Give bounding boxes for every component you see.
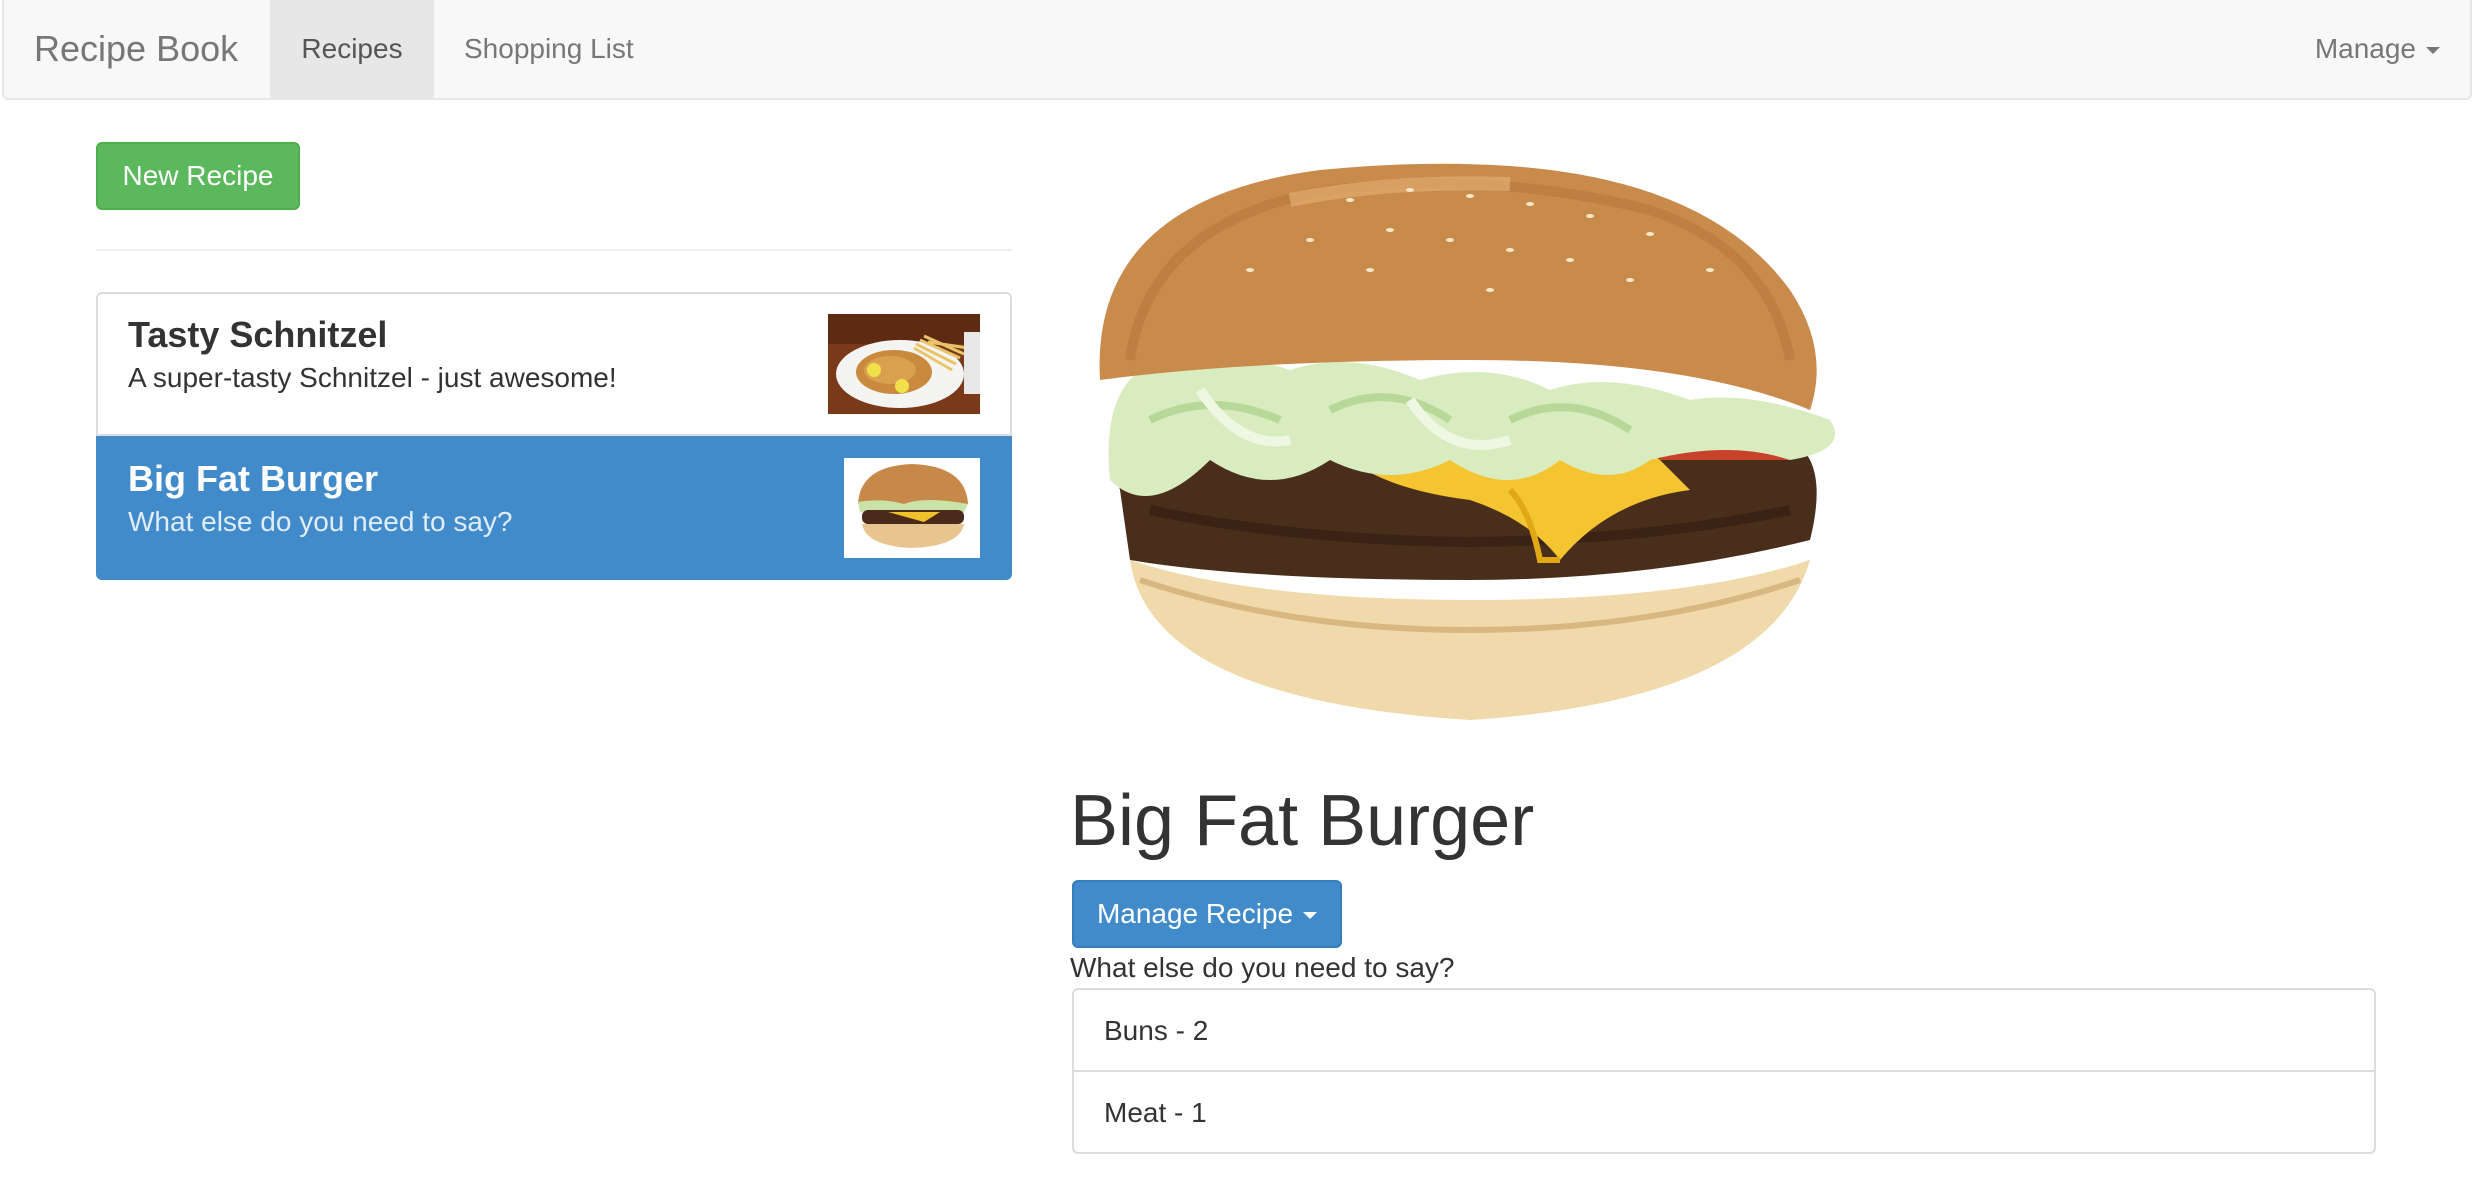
new-recipe-button[interactable]: New Recipe	[96, 142, 300, 210]
manage-dropdown[interactable]: Manage	[2315, 0, 2440, 98]
recipe-image-burger	[1099, 163, 1835, 720]
recipe-description: What else do you need to say?	[1070, 952, 1455, 983]
caret-down-icon	[2426, 47, 2440, 55]
brand-link[interactable]: Recipe Book	[34, 0, 238, 98]
nav-tab-shopping-list[interactable]: Shopping List	[434, 0, 664, 98]
burger-thumbnail	[844, 458, 980, 558]
schnitzel-thumbnail	[828, 314, 980, 414]
divider	[96, 249, 1012, 251]
recipe-description: A super-tasty Schnitzel - just awesome!	[128, 362, 617, 393]
recipe-name: Big Fat Burger	[128, 458, 379, 499]
ingredients-list: Buns - 2 Meat - 1	[1072, 988, 2376, 1154]
nav-tab-recipes[interactable]: Recipes	[270, 0, 434, 98]
manage-recipe-button[interactable]: Manage Recipe	[1072, 880, 1342, 948]
recipe-name: Tasty Schnitzel	[128, 314, 388, 355]
recipe-title: Big Fat Burger	[1070, 781, 1535, 861]
ingredient-item[interactable]: Meat - 1	[1074, 1072, 2374, 1152]
ingredient-item[interactable]: Buns - 2	[1074, 990, 2374, 1072]
recipe-item-tasty-schnitzel[interactable]: Tasty Schnitzel A super-tasty Schnitzel …	[96, 292, 1012, 436]
navbar: Recipe Book Recipes Shopping List Manage	[2, 0, 2472, 100]
caret-down-icon	[1303, 912, 1318, 920]
recipe-description: What else do you need to say?	[128, 506, 513, 537]
recipe-item-big-fat-burger[interactable]: Big Fat Burger What else do you need to …	[96, 436, 1012, 580]
manage-recipe-label: Manage Recipe	[1096, 898, 1294, 929]
manage-dropdown-label: Manage	[2314, 33, 2416, 64]
